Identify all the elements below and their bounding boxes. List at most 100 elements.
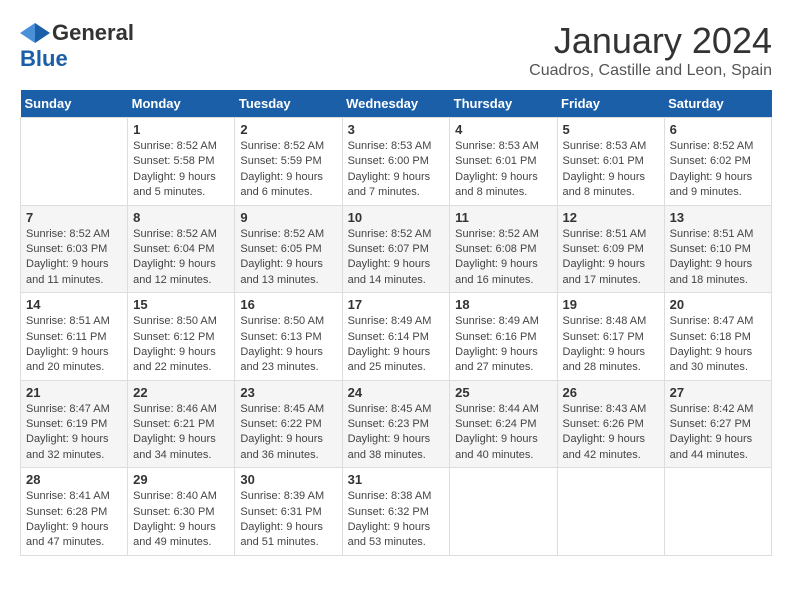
calendar-cell: 7 Sunrise: 8:52 AMSunset: 6:03 PMDaylight… (21, 205, 128, 293)
calendar-cell: 4 Sunrise: 8:53 AMSunset: 6:01 PMDaylight… (450, 118, 557, 206)
calendar-cell: 27 Sunrise: 8:42 AMSunset: 6:27 PMDayligh… (664, 380, 771, 468)
calendar-cell: 14 Sunrise: 8:51 AMSunset: 6:11 PMDayligh… (21, 293, 128, 381)
day-info: Sunrise: 8:44 AMSunset: 6:24 PMDaylight:… (455, 402, 551, 464)
day-number: 15 (133, 297, 229, 312)
day-info: Sunrise: 8:38 AMSunset: 6:32 PMDaylight:… (348, 489, 445, 551)
calendar-cell: 6Sunrise: 8:52 AMSunset: 6:02 PMDaylight… (664, 118, 771, 206)
calendar-week-row: 14 Sunrise: 8:51 AMSunset: 6:11 PMDayligh… (21, 293, 772, 381)
day-info: Sunrise: 8:52 AMSunset: 6:08 PMDaylight:… (455, 227, 551, 289)
day-info: Sunrise: 8:49 AMSunset: 6:16 PMDaylight:… (455, 314, 551, 376)
calendar-cell: 11 Sunrise: 8:52 AMSunset: 6:08 PMDayligh… (450, 205, 557, 293)
day-number: 13 (670, 210, 766, 225)
day-number: 17 (348, 297, 445, 312)
day-number: 28 (26, 472, 122, 487)
calendar-cell: 15 Sunrise: 8:50 AMSunset: 6:12 PMDayligh… (128, 293, 235, 381)
day-number: 11 (455, 210, 551, 225)
day-number: 25 (455, 385, 551, 400)
calendar-cell: 31 Sunrise: 8:38 AMSunset: 6:32 PMDayligh… (342, 468, 450, 556)
logo-blue: Blue (20, 46, 68, 71)
calendar-cell: 1 Sunrise: 8:52 AMSunset: 5:58 PMDaylight… (128, 118, 235, 206)
day-info: Sunrise: 8:46 AMSunset: 6:21 PMDaylight:… (133, 402, 229, 464)
day-info: Sunrise: 8:52 AMSunset: 6:03 PMDaylight:… (26, 227, 122, 289)
day-info: Sunrise: 8:52 AMSunset: 6:02 PMDaylight:… (670, 139, 766, 201)
calendar-cell: 24 Sunrise: 8:45 AMSunset: 6:23 PMDayligh… (342, 380, 450, 468)
day-number: 21 (26, 385, 122, 400)
calendar-cell: 13Sunrise: 8:51 AMSunset: 6:10 PMDayligh… (664, 205, 771, 293)
day-info: Sunrise: 8:50 AMSunset: 6:13 PMDaylight:… (240, 314, 336, 376)
day-number: 10 (348, 210, 445, 225)
day-number: 22 (133, 385, 229, 400)
day-info: Sunrise: 8:40 AMSunset: 6:30 PMDaylight:… (133, 489, 229, 551)
calendar-cell: 8 Sunrise: 8:52 AMSunset: 6:04 PMDaylight… (128, 205, 235, 293)
weekday-header: Tuesday (235, 90, 342, 118)
calendar-cell: 2Sunrise: 8:52 AMSunset: 5:59 PMDaylight… (235, 118, 342, 206)
calendar-week-row: 7 Sunrise: 8:52 AMSunset: 6:03 PMDaylight… (21, 205, 772, 293)
day-number: 30 (240, 472, 336, 487)
calendar-cell: 16 Sunrise: 8:50 AMSunset: 6:13 PMDayligh… (235, 293, 342, 381)
day-number: 14 (26, 297, 122, 312)
weekday-header: Sunday (21, 90, 128, 118)
calendar-cell: 23 Sunrise: 8:45 AMSunset: 6:22 PMDayligh… (235, 380, 342, 468)
day-number: 1 (133, 122, 229, 137)
day-number: 16 (240, 297, 336, 312)
weekday-header: Saturday (664, 90, 771, 118)
day-info: Sunrise: 8:53 AMSunset: 6:01 PMDaylight:… (455, 139, 551, 201)
day-info: Sunrise: 8:43 AMSunset: 6:26 PMDaylight:… (563, 402, 659, 464)
calendar-cell (664, 468, 771, 556)
day-number: 18 (455, 297, 551, 312)
logo: General Blue (20, 20, 134, 72)
title-block: January 2024 Cuadros, Castille and Leon,… (529, 20, 772, 80)
day-number: 26 (563, 385, 659, 400)
day-info: Sunrise: 8:51 AMSunset: 6:11 PMDaylight:… (26, 314, 122, 376)
weekday-header: Friday (557, 90, 664, 118)
weekday-header: Monday (128, 90, 235, 118)
calendar-week-row: 28 Sunrise: 8:41 AMSunset: 6:28 PMDayligh… (21, 468, 772, 556)
calendar-cell: 12Sunrise: 8:51 AMSunset: 6:09 PMDayligh… (557, 205, 664, 293)
calendar-cell (557, 468, 664, 556)
day-info: Sunrise: 8:52 AMSunset: 6:07 PMDaylight:… (348, 227, 445, 289)
calendar-cell: 10 Sunrise: 8:52 AMSunset: 6:07 PMDayligh… (342, 205, 450, 293)
day-info: Sunrise: 8:52 AMSunset: 5:59 PMDaylight:… (240, 139, 336, 201)
calendar-cell (450, 468, 557, 556)
page-header: General Blue January 2024 Cuadros, Casti… (20, 20, 772, 80)
day-number: 20 (670, 297, 766, 312)
day-number: 24 (348, 385, 445, 400)
calendar-cell: 25 Sunrise: 8:44 AMSunset: 6:24 PMDayligh… (450, 380, 557, 468)
day-info: Sunrise: 8:52 AMSunset: 6:05 PMDaylight:… (240, 227, 336, 289)
day-number: 7 (26, 210, 122, 225)
day-number: 9 (240, 210, 336, 225)
calendar-cell: 5Sunrise: 8:53 AMSunset: 6:01 PMDaylight… (557, 118, 664, 206)
day-number: 27 (670, 385, 766, 400)
calendar-cell (21, 118, 128, 206)
calendar-cell: 22 Sunrise: 8:46 AMSunset: 6:21 PMDayligh… (128, 380, 235, 468)
day-number: 31 (348, 472, 445, 487)
weekday-header: Thursday (450, 90, 557, 118)
calendar-cell: 9 Sunrise: 8:52 AMSunset: 6:05 PMDaylight… (235, 205, 342, 293)
weekday-header: Wednesday (342, 90, 450, 118)
day-info: Sunrise: 8:45 AMSunset: 6:22 PMDaylight:… (240, 402, 336, 464)
day-info: Sunrise: 8:39 AMSunset: 6:31 PMDaylight:… (240, 489, 336, 551)
location-title: Cuadros, Castille and Leon, Spain (529, 62, 772, 80)
day-info: Sunrise: 8:41 AMSunset: 6:28 PMDaylight:… (26, 489, 122, 551)
day-info: Sunrise: 8:51 AMSunset: 6:09 PMDaylight:… (563, 227, 659, 289)
day-info: Sunrise: 8:52 AMSunset: 5:58 PMDaylight:… (133, 139, 229, 201)
day-info: Sunrise: 8:42 AMSunset: 6:27 PMDaylight:… (670, 402, 766, 464)
day-number: 4 (455, 122, 551, 137)
day-number: 23 (240, 385, 336, 400)
day-number: 19 (563, 297, 659, 312)
calendar-cell: 26 Sunrise: 8:43 AMSunset: 6:26 PMDayligh… (557, 380, 664, 468)
calendar-cell: 29 Sunrise: 8:40 AMSunset: 6:30 PMDayligh… (128, 468, 235, 556)
day-info: Sunrise: 8:47 AMSunset: 6:18 PMDaylight:… (670, 314, 766, 376)
calendar-header-row: SundayMondayTuesdayWednesdayThursdayFrid… (21, 90, 772, 118)
calendar-week-row: 1 Sunrise: 8:52 AMSunset: 5:58 PMDaylight… (21, 118, 772, 206)
day-info: Sunrise: 8:52 AMSunset: 6:04 PMDaylight:… (133, 227, 229, 289)
calendar-week-row: 21Sunrise: 8:47 AMSunset: 6:19 PMDayligh… (21, 380, 772, 468)
day-info: Sunrise: 8:48 AMSunset: 6:17 PMDaylight:… (563, 314, 659, 376)
day-number: 29 (133, 472, 229, 487)
day-info: Sunrise: 8:45 AMSunset: 6:23 PMDaylight:… (348, 402, 445, 464)
day-info: Sunrise: 8:50 AMSunset: 6:12 PMDaylight:… (133, 314, 229, 376)
calendar-cell: 19 Sunrise: 8:48 AMSunset: 6:17 PMDayligh… (557, 293, 664, 381)
calendar-cell: 18 Sunrise: 8:49 AMSunset: 6:16 PMDayligh… (450, 293, 557, 381)
day-number: 8 (133, 210, 229, 225)
calendar-cell: 3Sunrise: 8:53 AMSunset: 6:00 PMDaylight… (342, 118, 450, 206)
